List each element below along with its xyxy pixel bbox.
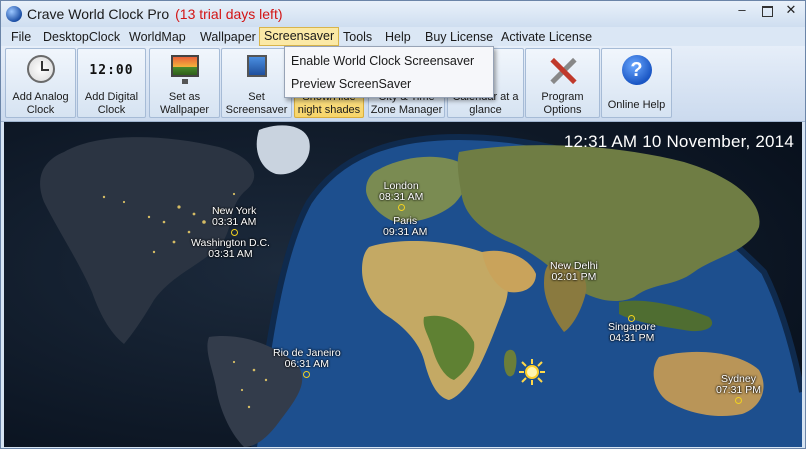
world-map[interactable]: 12:31 AM 10 November, 2014 New York 03:31… bbox=[4, 122, 802, 447]
window-title: Crave World Clock Pro (13 trial days left… bbox=[27, 6, 283, 22]
menu-buy-license[interactable]: Buy License bbox=[421, 29, 497, 45]
city-marker[interactable]: Rio de Janeiro 06:31 AM bbox=[273, 348, 341, 378]
city-marker[interactable]: Paris 09:31 AM bbox=[383, 216, 427, 238]
minimize-icon: – bbox=[738, 2, 746, 17]
label-line-2: Clock bbox=[26, 104, 55, 116]
current-datetime: 12:31 AM 10 November, 2014 bbox=[563, 132, 794, 151]
enable-screensaver-item[interactable]: Enable World Clock Screensaver bbox=[291, 54, 474, 68]
close-icon: ✕ bbox=[785, 2, 797, 17]
program-options-button[interactable]: Program Options bbox=[525, 48, 600, 118]
city-dot-icon bbox=[230, 229, 238, 236]
add-digital-clock-button[interactable]: 12:00 Add Digital Clock bbox=[77, 48, 146, 118]
city-time: 07:31 PM bbox=[716, 384, 761, 396]
city-time: 04:31 PM bbox=[609, 332, 655, 344]
label-line-2: glance bbox=[469, 104, 502, 116]
label-line-2: Screensaver bbox=[225, 104, 288, 116]
city-marker[interactable]: Singapore 04:31 PM bbox=[608, 314, 656, 344]
map-graphic bbox=[4, 122, 802, 447]
preview-screensaver-item[interactable]: Preview ScreenSaver bbox=[291, 77, 411, 91]
menu-help[interactable]: Help bbox=[381, 29, 415, 45]
set-as-wallpaper-label: Set as Wallpaper bbox=[150, 91, 219, 117]
trial-notice: (13 trial days left) bbox=[175, 6, 283, 22]
city-marker[interactable]: London 08:31 AM bbox=[379, 181, 423, 211]
city-marker[interactable]: New Delhi 02:01 PM bbox=[550, 261, 598, 283]
label-line-1: Add Digital bbox=[84, 91, 139, 103]
city-dot-icon bbox=[303, 371, 311, 378]
menu-bar: File DesktopClock WorldMap Wallpaper Scr… bbox=[1, 27, 805, 46]
city-time: 08:31 AM bbox=[379, 191, 424, 203]
city-time: 03:31 AM bbox=[212, 216, 257, 228]
label-line-2: Clock bbox=[97, 104, 126, 116]
city-marker[interactable]: New York 03:31 AM bbox=[212, 206, 256, 236]
city-time: 03:31 AM bbox=[208, 248, 253, 260]
menu-file[interactable]: File bbox=[7, 29, 35, 45]
city-marker[interactable]: Sydney 07:31 PM bbox=[716, 374, 761, 404]
online-help-button[interactable]: ? Online Help bbox=[601, 48, 672, 118]
add-analog-clock-button[interactable]: Add Analog Clock bbox=[5, 48, 76, 118]
set-screensaver-button[interactable]: Set Screensaver bbox=[221, 48, 292, 118]
set-as-wallpaper-button[interactable]: Set as Wallpaper bbox=[149, 48, 220, 118]
menu-desktopclock[interactable]: DesktopClock bbox=[39, 29, 124, 45]
menu-screensaver[interactable]: Screensaver bbox=[259, 27, 340, 46]
label-line-1: Set as bbox=[168, 91, 201, 103]
digital-clock-icon: 12:00 bbox=[89, 63, 134, 78]
menu-wallpaper[interactable]: Wallpaper bbox=[196, 29, 260, 45]
city-time: 02:01 PM bbox=[551, 271, 597, 283]
city-time: 09:31 AM bbox=[383, 226, 428, 238]
menu-worldmap[interactable]: WorldMap bbox=[125, 29, 190, 45]
city-dot-icon bbox=[397, 204, 405, 211]
screensaver-dropdown: Enable World Clock Screensaver Preview S… bbox=[284, 46, 494, 98]
wallpaper-icon bbox=[170, 55, 199, 84]
label-line-2: Zone Manager bbox=[370, 104, 443, 116]
sun-icon bbox=[519, 359, 545, 385]
label-line-2: night shades bbox=[297, 104, 361, 116]
title-bar[interactable]: Crave World Clock Pro (13 trial days left… bbox=[1, 1, 805, 27]
menu-activate-license[interactable]: Activate License bbox=[497, 29, 596, 45]
minimize-button[interactable]: – bbox=[729, 1, 755, 21]
analog-clock-icon bbox=[26, 55, 55, 83]
city-marker[interactable]: Washington D.C. 03:31 AM bbox=[191, 238, 270, 260]
screensaver-icon bbox=[246, 55, 267, 77]
tools-icon bbox=[548, 55, 578, 85]
program-options-label: Program Options bbox=[526, 91, 599, 117]
app-window: Crave World Clock Pro (13 trial days left… bbox=[0, 0, 806, 449]
label-line-1: Program bbox=[541, 91, 584, 103]
label-line-1: Set bbox=[248, 91, 265, 103]
maximize-button[interactable] bbox=[755, 1, 779, 21]
label-line-2: Wallpaper bbox=[159, 104, 210, 116]
label-line-1: Add Analog bbox=[12, 91, 69, 103]
close-button[interactable]: ✕ bbox=[779, 1, 803, 21]
add-digital-clock-label: Add Digital Clock bbox=[78, 91, 145, 117]
set-screensaver-label: Set Screensaver bbox=[222, 91, 291, 117]
label-line-2: Options bbox=[543, 104, 582, 116]
globe-icon[interactable] bbox=[6, 6, 22, 22]
help-icon: ? bbox=[621, 55, 652, 85]
app-title: Crave World Clock Pro bbox=[27, 6, 170, 22]
city-time: 06:31 AM bbox=[284, 358, 330, 370]
add-analog-clock-label: Add Analog Clock bbox=[6, 91, 75, 117]
menu-tools[interactable]: Tools bbox=[339, 29, 376, 45]
online-help-label: Online Help bbox=[607, 99, 666, 111]
city-dot-icon bbox=[734, 397, 742, 404]
maximize-icon bbox=[761, 6, 773, 17]
